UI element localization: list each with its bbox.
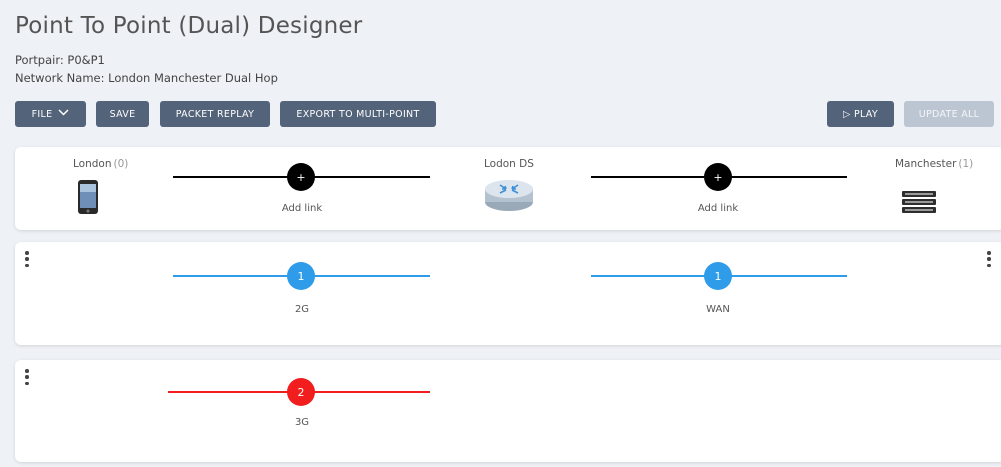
row-menu-icon[interactable] — [24, 369, 30, 385]
network-name-text: Network Name: London Manchester Dual Hop — [15, 71, 278, 85]
link-label-wan: WAN — [706, 304, 730, 315]
export-to-multi-point-button[interactable]: EXPORT TO MULTI-POINT — [280, 101, 436, 127]
link-count-badge-2g[interactable]: 1 — [287, 262, 315, 290]
packet-replay-button[interactable]: PACKET REPLAY — [160, 101, 270, 127]
link-label-3g: 3G — [294, 417, 310, 428]
add-link-label-2: Add link — [697, 203, 739, 214]
portpair-text: Portpair: P0&P1 — [15, 53, 105, 67]
node-label-lodon-ds: Lodon DS — [484, 158, 534, 170]
link-label-2g: 2G — [294, 304, 310, 315]
node-count: (1) — [958, 158, 974, 170]
play-button[interactable]: ▷ PLAY — [827, 101, 894, 127]
row-menu-icon[interactable] — [24, 251, 30, 267]
server-icon[interactable] — [902, 191, 936, 217]
file-menu-button[interactable]: FILE — [15, 101, 86, 127]
add-link-button-1[interactable]: + — [287, 163, 315, 191]
router-icon[interactable] — [483, 177, 535, 217]
update-all-button[interactable]: UPDATE ALL — [904, 101, 994, 127]
link-count-badge-wan[interactable]: 1 — [704, 262, 732, 290]
page-title: Point To Point (Dual) Designer — [15, 13, 363, 39]
row-menu-icon-right[interactable] — [986, 251, 992, 267]
node-label-manchester: Manchester (1) — [895, 158, 974, 170]
link-row-1: 1 2G 1 WAN — [15, 242, 1001, 345]
add-link-label-1: Add link — [281, 203, 323, 214]
mobile-phone-icon[interactable] — [77, 179, 99, 219]
link-row-2: 2 3G — [15, 360, 1001, 462]
file-button-label: FILE — [31, 108, 53, 120]
add-link-button-2[interactable]: + — [704, 163, 732, 191]
nodes-panel: London (0) + Add link Lodon DS + Add link… — [15, 147, 1001, 230]
chevron-down-icon — [58, 109, 69, 119]
node-label-london: London (0) — [73, 158, 129, 170]
save-button[interactable]: SAVE — [96, 101, 149, 127]
node-count: (0) — [113, 158, 129, 170]
link-count-badge-3g[interactable]: 2 — [287, 378, 315, 406]
